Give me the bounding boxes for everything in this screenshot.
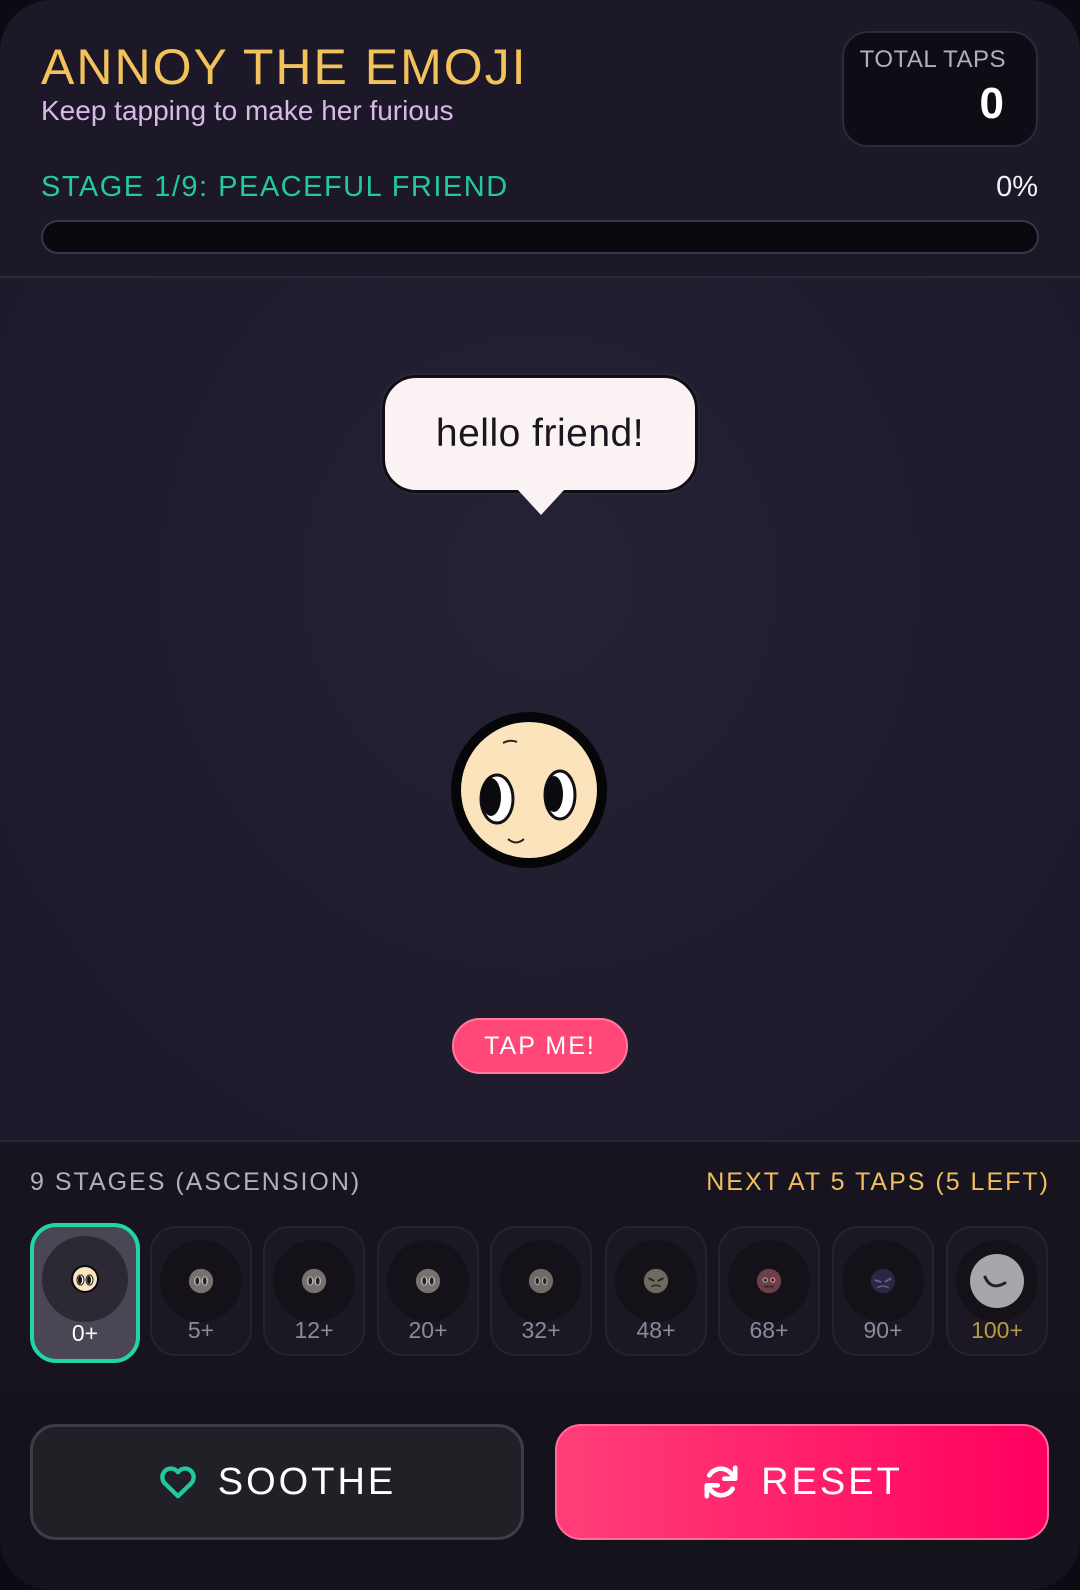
total-taps-box: TOTAL TAPS 0: [842, 31, 1038, 147]
speech-bubble-tail: [518, 490, 564, 515]
total-taps-label: TOTAL TAPS: [859, 46, 1006, 73]
stage-card-8[interactable]: 100+: [946, 1226, 1048, 1356]
face-mild-icon: [188, 1268, 214, 1294]
app-title: ANNOY THE EMOJI: [41, 39, 528, 95]
emoji-face[interactable]: [448, 709, 610, 871]
stages-title: 9 STAGES (ASCENSION): [30, 1168, 362, 1196]
stage-card-label: 12+: [294, 1317, 334, 1343]
face-annoyed-icon: [301, 1268, 327, 1294]
face-angry-icon: [643, 1268, 669, 1294]
tap-me-button[interactable]: TAP ME!: [452, 1018, 628, 1074]
progress-bar: [41, 220, 1039, 254]
stages-panel: 9 STAGES (ASCENSION) NEXT AT 5 TAPS (5 L…: [0, 1140, 1080, 1396]
stage-card-label: 20+: [408, 1317, 448, 1343]
stage-card-0[interactable]: 0+: [30, 1223, 140, 1363]
heart-icon: [159, 1466, 196, 1499]
soothe-button[interactable]: SOOTHE: [30, 1424, 524, 1540]
face-calm-icon: [71, 1265, 99, 1293]
stage-card-3[interactable]: 20+: [377, 1226, 479, 1356]
face-ascended-icon: [970, 1254, 1024, 1308]
stage-card-label: 0+: [71, 1320, 99, 1346]
stage-card-label: 100+: [971, 1317, 1023, 1343]
face-dark-icon: [870, 1268, 896, 1294]
app-frame: ANNOY THE EMOJI Keep tapping to make her…: [0, 0, 1080, 1590]
stage-card-1[interactable]: 5+: [150, 1226, 252, 1356]
stage-cards: 0+ 5+ 12+ 20+ 32+ 48+ 68+ 90+ 100+: [0, 1223, 1080, 1366]
face-furious-icon: [756, 1268, 782, 1294]
stage-percent: 0%: [996, 171, 1038, 203]
reset-label: RESET: [761, 1460, 903, 1503]
stage-card-label: 32+: [521, 1317, 561, 1343]
next-stage-info: NEXT AT 5 TAPS (5 LEFT): [706, 1168, 1050, 1196]
stage-card-4[interactable]: 32+: [490, 1226, 592, 1356]
header: ANNOY THE EMOJI Keep tapping to make her…: [0, 0, 1080, 278]
stage-card-6[interactable]: 68+: [718, 1226, 820, 1356]
stage-card-label: 90+: [863, 1317, 903, 1343]
stage-card-label: 68+: [749, 1317, 789, 1343]
face-grumpy-icon: [528, 1268, 554, 1294]
speech-bubble: hello friend!: [382, 375, 698, 493]
stage-card-2[interactable]: 12+: [263, 1226, 365, 1356]
bottom-bar: SOOTHE RESET: [0, 1394, 1080, 1590]
stage-label: STAGE 1/9: PEACEFUL FRIEND: [41, 171, 509, 203]
stage-card-label: 5+: [187, 1317, 215, 1343]
app-subtitle: Keep tapping to make her furious: [41, 95, 454, 126]
stage-card-5[interactable]: 48+: [605, 1226, 707, 1356]
refresh-icon: [704, 1465, 738, 1499]
stage-card-7[interactable]: 90+: [832, 1226, 934, 1356]
stage-card-label: 48+: [636, 1317, 676, 1343]
play-area: hello friend! TAP ME!: [0, 278, 1080, 1140]
face-irritated-icon: [415, 1268, 441, 1294]
total-taps-value: 0: [979, 79, 1004, 128]
soothe-label: SOOTHE: [217, 1460, 397, 1503]
reset-button[interactable]: RESET: [555, 1424, 1049, 1540]
